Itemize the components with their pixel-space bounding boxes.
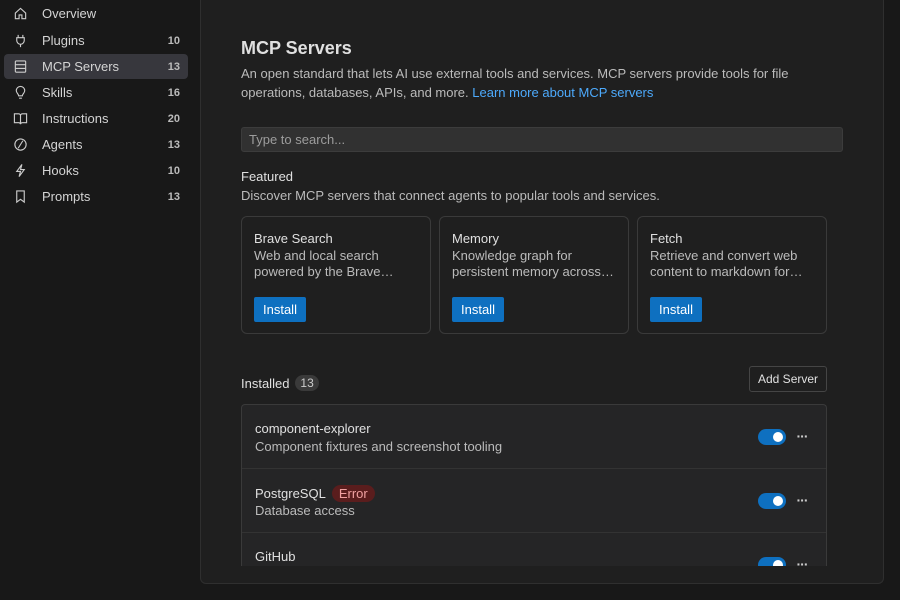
- sidebar-item-count: 10: [167, 34, 180, 47]
- sidebar-item-overview[interactable]: Overview: [4, 1, 188, 26]
- sidebar-item-mcp-servers[interactable]: MCP Servers 13: [4, 54, 188, 79]
- search-input[interactable]: [241, 127, 843, 152]
- server-name-text: component-explorer: [255, 421, 371, 436]
- installed-count-badge: 13: [295, 375, 319, 391]
- book-icon: [12, 111, 28, 127]
- agent-icon: [12, 137, 28, 153]
- sidebar-item-label: Overview: [42, 6, 97, 21]
- learn-more-link[interactable]: Learn more about MCP servers: [472, 85, 653, 100]
- add-server-button[interactable]: Add Server: [749, 366, 828, 392]
- installed-label: Installed: [241, 375, 290, 391]
- featured-title: Featured: [241, 169, 294, 184]
- server-name: component-explorer: [255, 421, 371, 436]
- more-actions-icon[interactable]: ···: [794, 491, 810, 509]
- sidebar-item-label: Hooks: [42, 163, 79, 178]
- lightbulb-icon: [12, 85, 28, 101]
- sidebar-item-label: Prompts: [42, 189, 91, 204]
- install-button[interactable]: Install: [254, 297, 306, 322]
- install-button[interactable]: Install: [650, 297, 702, 322]
- toggle-knob: [773, 432, 783, 442]
- toggle-knob: [773, 560, 783, 566]
- featured-card-brave-search: Brave Search Web and local search powere…: [241, 216, 431, 334]
- sidebar-item-skills[interactable]: Skills 16: [4, 80, 188, 105]
- sidebar-item-label: MCP Servers: [42, 59, 120, 74]
- featured-card-memory: Memory Knowledge graph for persistent me…: [439, 216, 629, 334]
- server-name-text: GitHub: [255, 549, 296, 564]
- status-badge: Error: [331, 485, 375, 502]
- sidebar-item-plugins[interactable]: Plugins 10: [4, 28, 188, 53]
- sidebar: Overview Plugins 10 MCP Servers 13 Skill…: [0, 0, 200, 600]
- card-description: Knowledge graph for persistent memory ac…: [452, 248, 601, 279]
- server-description: Database access: [255, 503, 355, 518]
- server-icon: [12, 59, 28, 75]
- home-icon: [12, 6, 28, 22]
- sidebar-item-instructions[interactable]: Instructions 20: [4, 106, 188, 131]
- toggle-knob: [773, 496, 783, 506]
- server-row-github[interactable]: GitHub ···: [242, 533, 826, 566]
- server-description: Component fixtures and screenshot toolin…: [255, 439, 503, 454]
- sidebar-item-label: Skills: [42, 85, 73, 100]
- enable-toggle[interactable]: [758, 493, 786, 509]
- card-description: Web and local search powered by the Brav…: [254, 248, 381, 279]
- card-description: Retrieve and convert web content to mark…: [650, 248, 798, 279]
- server-name: GitHub: [255, 549, 295, 564]
- card-name: Fetch: [650, 231, 683, 246]
- featured-card-fetch: Fetch Retrieve and convert web content t…: [637, 216, 827, 334]
- server-name: PostgreSQL Error: [255, 485, 375, 502]
- main-panel: MCP Servers An open standard that lets A…: [200, 0, 884, 584]
- lightning-icon: [12, 163, 28, 179]
- sidebar-item-label: Agents: [42, 137, 83, 152]
- sidebar-item-prompts[interactable]: Prompts 13: [4, 184, 188, 209]
- install-button[interactable]: Install: [452, 297, 504, 322]
- sidebar-item-count: 20: [167, 112, 180, 125]
- enable-toggle[interactable]: [758, 557, 786, 566]
- featured-description: Discover MCP servers that connect agents…: [241, 188, 660, 203]
- card-name: Brave Search: [254, 231, 333, 246]
- enable-toggle[interactable]: [758, 429, 786, 445]
- bookmark-icon: [12, 189, 28, 205]
- sidebar-item-count: 13: [167, 190, 180, 203]
- page-title: MCP Servers: [241, 38, 352, 58]
- sidebar-item-agents[interactable]: Agents 13: [4, 132, 188, 157]
- server-row-postgresql[interactable]: PostgreSQL Error Database access ···: [242, 469, 826, 533]
- sidebar-item-label: Instructions: [42, 111, 109, 126]
- sidebar-item-count: 13: [167, 138, 180, 151]
- plug-icon: [12, 33, 28, 49]
- server-name-text: PostgreSQL: [255, 486, 326, 501]
- sidebar-item-count: 10: [167, 164, 180, 177]
- sidebar-item-label: Plugins: [42, 33, 85, 48]
- more-actions-icon[interactable]: ···: [794, 427, 810, 445]
- installed-title: Installed 13: [241, 375, 319, 391]
- more-actions-icon[interactable]: ···: [794, 555, 810, 566]
- server-row-component-explorer[interactable]: component-explorer Component fixtures an…: [242, 405, 826, 469]
- sidebar-item-count: 16: [167, 86, 180, 99]
- sidebar-item-hooks[interactable]: Hooks 10: [4, 158, 188, 183]
- page-description: An open standard that lets AI use extern…: [241, 64, 801, 102]
- card-name: Memory: [452, 231, 499, 246]
- sidebar-item-count: 13: [167, 60, 180, 73]
- installed-server-list: component-explorer Component fixtures an…: [241, 404, 827, 566]
